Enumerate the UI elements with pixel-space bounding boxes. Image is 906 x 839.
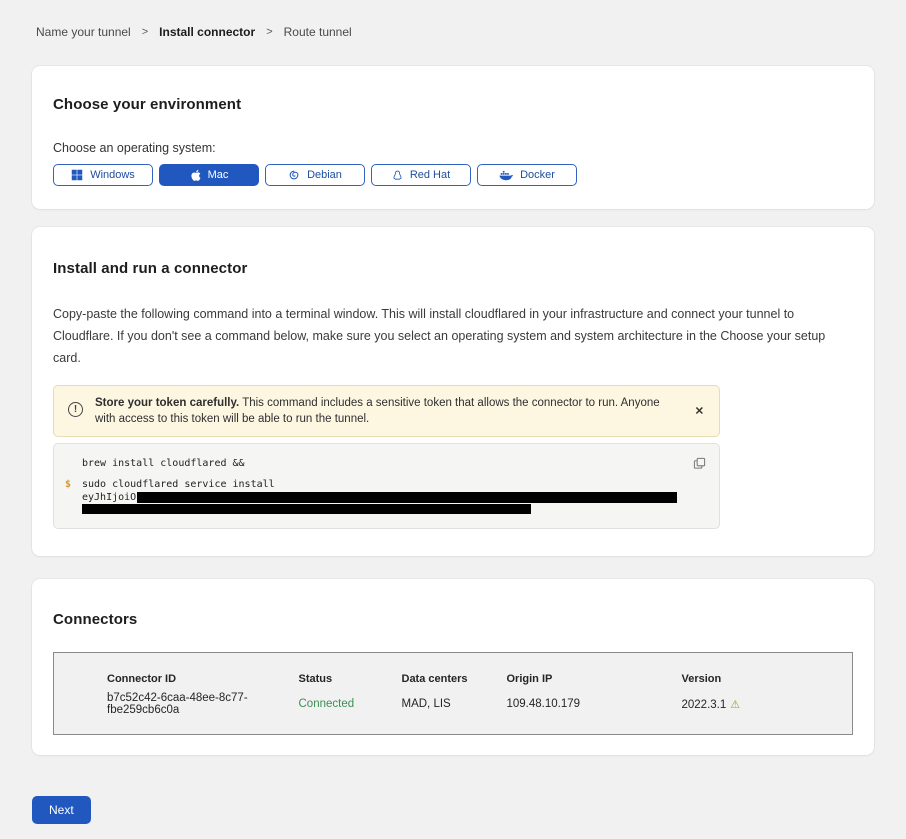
origin-ip-value: 109.48.10.179	[507, 692, 682, 735]
data-centers-value: MAD, LIS	[402, 692, 507, 735]
os-button-label: Windows	[90, 169, 135, 181]
status-badge: Connected	[299, 698, 355, 710]
table-row: b7c52c42-6caa-48ee-8c77-fbe259cb6c0a Con…	[54, 692, 853, 735]
breadcrumb-step-route-tunnel[interactable]: Route tunnel	[284, 25, 352, 39]
breadcrumb-separator: >	[266, 26, 272, 38]
linux-penguin-icon	[392, 169, 403, 182]
code-text: brew install cloudflared &&	[82, 457, 245, 470]
debian-icon	[288, 169, 300, 181]
os-button-label: Debian	[307, 169, 342, 181]
header-status: Status	[299, 653, 402, 693]
code-line-sudo: $ sudo cloudflared service install	[54, 478, 703, 491]
header-connector-id: Connector ID	[54, 653, 299, 693]
copy-icon[interactable]	[691, 455, 708, 475]
code-line-brew: brew install cloudflared &&	[54, 457, 703, 470]
breadcrumb-separator: >	[142, 26, 148, 38]
header-version: Version	[682, 653, 853, 693]
shell-prompt: $	[54, 478, 82, 491]
install-card-title: Install and run a connector	[53, 260, 853, 277]
code-line-token-2	[54, 504, 703, 514]
os-button-label: Docker	[520, 169, 555, 181]
install-description: Copy-paste the following command into a …	[53, 303, 848, 369]
os-button-mac[interactable]: Mac	[159, 164, 259, 186]
choose-environment-card: Choose your environment Choose an operat…	[32, 66, 874, 209]
token-prefix: eyJhIjoiO	[82, 491, 136, 504]
token-warning-text: Store your token carefully. This command…	[95, 395, 679, 427]
close-icon[interactable]: ✕	[693, 403, 706, 420]
install-command-block: brew install cloudflared && $ sudo cloud…	[53, 443, 720, 529]
next-button[interactable]: Next	[32, 796, 91, 824]
os-button-debian[interactable]: Debian	[265, 164, 365, 186]
os-button-group: Windows Mac Debian Red Hat Docker	[53, 164, 853, 186]
os-button-windows[interactable]: Windows	[53, 164, 153, 186]
code-text: sudo cloudflared service install	[82, 478, 275, 491]
breadcrumb-step-name-tunnel[interactable]: Name your tunnel	[36, 25, 131, 39]
connectors-table-header-row: Connector ID Status Data centers Origin …	[54, 653, 853, 693]
windows-icon	[71, 169, 83, 181]
connectors-card-title: Connectors	[53, 611, 853, 628]
code-line-token: eyJhIjoiO	[54, 491, 703, 504]
breadcrumb-step-install-connector[interactable]: Install connector	[159, 25, 255, 39]
breadcrumb: Name your tunnel > Install connector > R…	[0, 0, 906, 39]
os-button-redhat[interactable]: Red Hat	[371, 164, 471, 186]
docker-whale-icon	[499, 170, 513, 181]
connectors-card: Connectors Connector ID Status Data cent…	[32, 579, 874, 755]
install-connector-card: Install and run a connector Copy-paste t…	[32, 227, 874, 556]
token-warning-banner: ! Store your token carefully. This comma…	[53, 385, 720, 437]
os-button-label: Mac	[208, 169, 229, 181]
os-button-label: Red Hat	[410, 169, 450, 181]
connector-id-value: b7c52c42-6caa-48ee-8c77-fbe259cb6c0a	[54, 692, 299, 735]
redacted-token-bar	[137, 492, 677, 503]
os-select-label: Choose an operating system:	[53, 141, 853, 155]
token-warning-bold: Store your token carefully.	[95, 397, 239, 409]
environment-card-title: Choose your environment	[53, 96, 853, 113]
alert-circle-icon: !	[68, 402, 83, 417]
os-button-docker[interactable]: Docker	[477, 164, 577, 186]
apple-icon	[190, 169, 201, 182]
version-warning-icon: ⚠	[730, 699, 740, 711]
header-data-centers: Data centers	[402, 653, 507, 693]
redacted-token-bar	[82, 504, 531, 514]
version-value: 2022.3.1	[682, 699, 727, 711]
connectors-table: Connector ID Status Data centers Origin …	[53, 652, 853, 735]
header-origin-ip: Origin IP	[507, 653, 682, 693]
